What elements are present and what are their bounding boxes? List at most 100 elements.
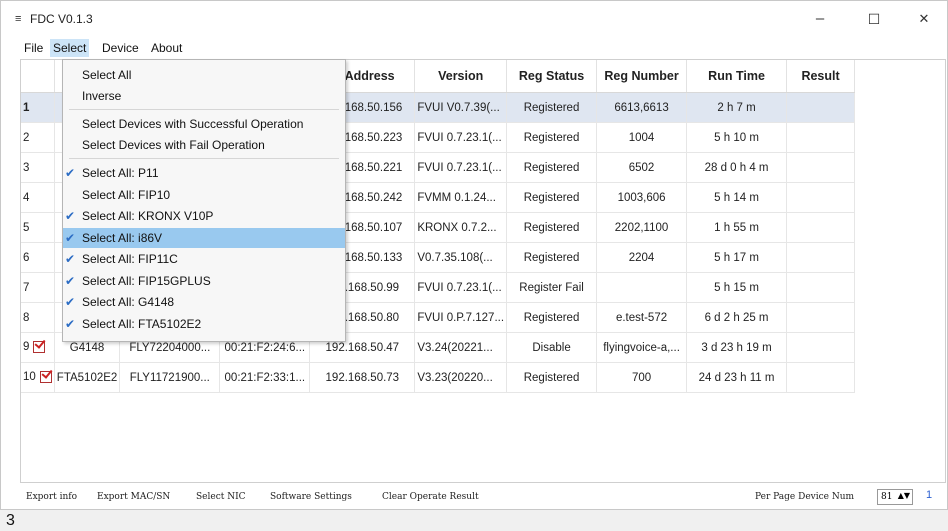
- run-time-cell: 24 d 23 h 11 m: [686, 362, 788, 393]
- export-info-button[interactable]: Export info: [26, 489, 77, 505]
- run-time-cell: 5 h 17 m: [686, 242, 788, 273]
- menu-model-select-item[interactable]: ✔ Select All: G4148: [63, 292, 345, 312]
- menu-model-select-label: Select All: FTA5102E2: [82, 316, 202, 331]
- per-page-stepper[interactable]: 81 ▲▼: [877, 489, 913, 505]
- menu-select-fail[interactable]: Select Devices with Fail Operation: [63, 135, 345, 155]
- version-cell: FVUI 0.7.23.1(...: [414, 122, 508, 153]
- row-number: 10: [23, 371, 36, 384]
- result-cell: [786, 362, 856, 393]
- menu-model-select-label: Select All: FIP10: [82, 187, 171, 202]
- minimize-button[interactable]: –: [805, 9, 835, 29]
- reg-number-cell: 700: [596, 362, 688, 393]
- row-checkbox[interactable]: [39, 371, 52, 384]
- row-number: 2: [23, 131, 30, 144]
- reg-status-cell: Registered: [506, 182, 598, 213]
- menu-inverse-label: Inverse: [82, 89, 122, 103]
- run-time-cell: 5 h 10 m: [686, 122, 788, 153]
- status-bar: Export info Export MAC/SN Select NIC Sof…: [20, 487, 944, 507]
- row-number-cell[interactable]: 2: [21, 122, 55, 153]
- row-number-cell[interactable]: 4: [21, 182, 55, 213]
- col-check[interactable]: [21, 60, 55, 93]
- menu-separator: [69, 158, 339, 159]
- menu-model-select-item[interactable]: ✔ Select All: FIP15GPLUS: [63, 271, 345, 291]
- menu-about[interactable]: About: [148, 39, 185, 57]
- row-number: 6: [23, 251, 30, 264]
- col-run-time[interactable]: Run Time: [686, 60, 788, 93]
- checkmark-icon: ✔: [65, 252, 76, 266]
- menu-model-select-item[interactable]: ✔ Select All: KRONX V10P: [63, 206, 345, 226]
- menu-separator: [69, 109, 339, 110]
- app-title: FDC V0.1.3: [30, 12, 93, 26]
- sn-cell: FLY11721900...: [119, 362, 221, 393]
- result-cell: [786, 212, 856, 243]
- ip-cell: 192.168.50.73: [309, 362, 416, 393]
- result-cell: [786, 152, 856, 183]
- menu-select-fail-label: Select Devices with Fail Operation: [82, 138, 265, 152]
- row-number-cell[interactable]: 9: [21, 332, 55, 363]
- version-cell: V3.23(20220...: [414, 362, 508, 393]
- menu-file[interactable]: File: [21, 39, 46, 57]
- row-checkbox[interactable]: [33, 341, 46, 354]
- mac-cell: 00:21:F2:33:1...: [219, 362, 311, 393]
- row-number: 9: [23, 341, 30, 354]
- col-result[interactable]: Result: [786, 60, 856, 93]
- row-number: 4: [23, 191, 30, 204]
- software-settings-button[interactable]: Software Settings: [270, 489, 352, 505]
- menu-model-select-item[interactable]: ✔ Select All: i86V: [63, 227, 345, 248]
- menu-model-select-item[interactable]: Select All: FIP10: [63, 185, 345, 205]
- select-nic-button[interactable]: Select NIC: [196, 489, 246, 505]
- menu-model-select-item[interactable]: ✔ Select All: FTA5102E2: [63, 314, 345, 334]
- version-cell: FVUI 0.P.7.127...: [414, 302, 508, 333]
- col-reg-number[interactable]: Reg Number: [596, 60, 688, 93]
- version-cell: FVUI 0.7.23.1(...: [414, 272, 508, 303]
- row-number-cell[interactable]: 10: [21, 362, 55, 393]
- export-mac-button[interactable]: Export MAC/SN: [97, 489, 170, 505]
- reg-status-cell: Registered: [506, 212, 598, 243]
- row-number-cell[interactable]: 5: [21, 212, 55, 243]
- result-cell: [786, 182, 856, 213]
- row-number-cell[interactable]: 1: [21, 92, 55, 123]
- menu-model-select-item[interactable]: ✔ Select All: FIP11C: [63, 249, 345, 269]
- row-number: 7: [23, 281, 30, 294]
- per-page-label: Per Page Device Num: [755, 492, 855, 502]
- menu-select-success[interactable]: Select Devices with Successful Operation: [63, 114, 345, 134]
- menu-select-all[interactable]: Select All: [63, 65, 345, 85]
- col-reg-status[interactable]: Reg Status: [506, 60, 598, 93]
- result-cell: [786, 122, 856, 153]
- maximize-button[interactable]: ☐: [859, 9, 889, 29]
- page-number[interactable]: 1: [926, 489, 932, 501]
- menu-select-success-label: Select Devices with Successful Operation: [82, 117, 304, 131]
- stepper-arrows-icon[interactable]: ▲▼: [898, 489, 910, 503]
- row-number-cell[interactable]: 3: [21, 152, 55, 183]
- reg-status-cell: Register Fail: [506, 272, 598, 303]
- row-number-cell[interactable]: 6: [21, 242, 55, 273]
- reg-number-cell: 6502: [596, 152, 688, 183]
- result-cell: [786, 332, 856, 363]
- app-menu-icon[interactable]: ≡: [15, 13, 21, 25]
- menu-select-all-label: Select All: [82, 68, 132, 82]
- menu-device[interactable]: Device: [99, 39, 142, 57]
- menu-model-select-label: Select All: KRONX V10P: [82, 209, 214, 223]
- result-cell: [786, 242, 856, 273]
- result-cell: [786, 92, 856, 123]
- row-number-cell[interactable]: 8: [21, 302, 55, 333]
- checkmark-icon: ✔: [65, 166, 76, 180]
- menu-inverse[interactable]: Inverse: [63, 86, 345, 106]
- reg-status-cell: Registered: [506, 92, 598, 123]
- table-row[interactable]: 10 FTA5102E2 FLY11721900... 00:21:F2:33:1..…: [21, 362, 856, 393]
- menu-select[interactable]: Select: [50, 39, 90, 57]
- app-window: ≡ FDC V0.1.3 – ☐ ✕ File Select Device Ab…: [0, 0, 948, 510]
- menu-model-select-item[interactable]: ✔ Select All: P11: [63, 163, 345, 183]
- checkmark-icon: ✔: [65, 295, 76, 309]
- close-button[interactable]: ✕: [909, 9, 939, 29]
- reg-status-cell: Registered: [506, 152, 598, 183]
- row-number-cell[interactable]: 7: [21, 272, 55, 303]
- reg-number-cell: 1003,606: [596, 182, 688, 213]
- per-page-value: 81: [881, 492, 893, 502]
- clear-result-button[interactable]: Clear Operate Result: [382, 489, 479, 505]
- reg-number-cell: 2202,1100: [596, 212, 688, 243]
- col-version[interactable]: Version: [414, 60, 508, 93]
- run-time-cell: 2 h 7 m: [686, 92, 788, 123]
- result-cell: [786, 272, 856, 303]
- reg-number-cell: e.test-572: [596, 302, 688, 333]
